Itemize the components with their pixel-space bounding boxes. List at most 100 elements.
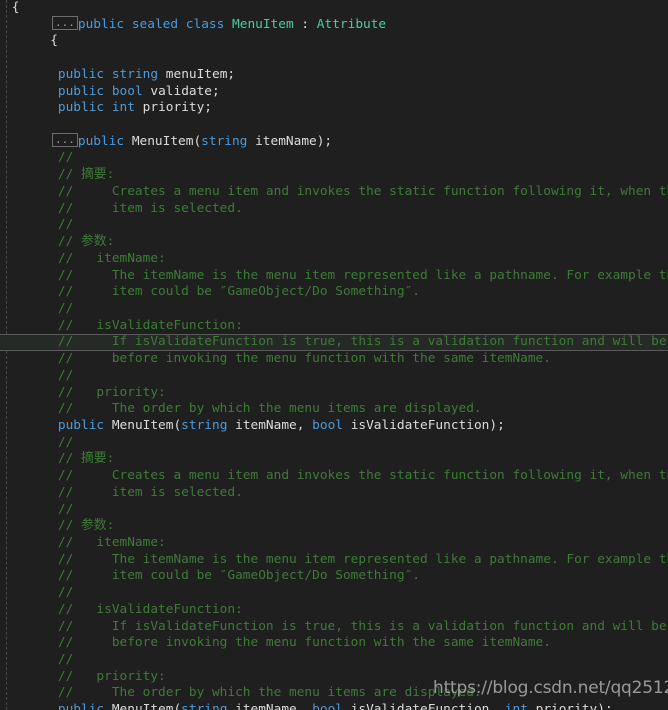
code-line[interactable]: // If isValidateFunction is true, this i… xyxy=(0,619,668,636)
code-token-cm: // xyxy=(57,300,74,316)
code-lines-container[interactable]: {... public sealed class MenuItem : Attri… xyxy=(0,0,668,710)
code-token-pn: : xyxy=(293,16,317,32)
code-line[interactable]: // priority: xyxy=(0,669,668,686)
code-line[interactable]: // xyxy=(0,652,668,669)
code-token-type: Attribute xyxy=(316,16,387,32)
code-line[interactable]: public MenuItem(string itemName, bool is… xyxy=(0,418,668,435)
code-token-cm: // xyxy=(57,150,74,166)
code-token-cm: // The order by which the menu items are… xyxy=(57,685,482,701)
code-token-kw: string xyxy=(201,133,248,149)
code-line[interactable]: public string menuItem; xyxy=(0,67,668,84)
code-token-cm: // item could be ″GameObject/Do Somethin… xyxy=(57,568,420,584)
code-line[interactable]: // 参数: xyxy=(0,518,668,535)
code-token-kw: string xyxy=(111,66,159,82)
code-line[interactable]: ... public MenuItem(string itemName); xyxy=(0,133,668,151)
code-token-kw: public xyxy=(57,66,105,82)
code-line[interactable]: // xyxy=(0,585,668,602)
collapsed-region-ellipsis-icon[interactable]: ... xyxy=(52,133,78,148)
code-token-kw: string xyxy=(181,417,228,433)
code-line[interactable]: // The order by which the menu items are… xyxy=(0,401,668,418)
code-line[interactable]: ... public sealed class MenuItem : Attrib… xyxy=(0,16,668,34)
code-token-cm: // xyxy=(57,434,74,450)
code-line[interactable]: // Creates a menu item and invokes the s… xyxy=(0,468,668,485)
code-line[interactable]: // Creates a menu item and invokes the s… xyxy=(0,184,668,201)
code-editor-surface[interactable]: {... public sealed class MenuItem : Attri… xyxy=(0,0,668,710)
code-token-pn xyxy=(104,67,112,84)
code-line[interactable]: // xyxy=(0,217,668,234)
code-token-cm: // before invoking the menu function wit… xyxy=(57,351,551,367)
code-line[interactable]: // item is selected. xyxy=(0,485,668,502)
code-token-cm: // 参数: xyxy=(57,518,115,534)
code-line[interactable]: public int priority; xyxy=(0,100,668,117)
code-line[interactable] xyxy=(0,117,668,134)
code-token-cm: // xyxy=(57,501,74,517)
code-token-pn: { xyxy=(11,0,20,15)
code-line[interactable]: // before invoking the menu function wit… xyxy=(0,351,668,368)
code-token-pn xyxy=(224,17,232,34)
code-line[interactable]: // isValidateFunction: xyxy=(0,318,668,335)
code-token-id: menuItem; xyxy=(158,66,236,82)
code-token-cm: // 摘要: xyxy=(57,451,115,467)
code-token-id: validate; xyxy=(142,83,220,99)
code-line[interactable]: // xyxy=(0,301,668,318)
collapsed-region-ellipsis-icon[interactable]: ... xyxy=(52,16,78,31)
code-line[interactable]: // item could be ″GameObject/Do Somethin… xyxy=(0,568,668,585)
code-token-id: MenuItem( xyxy=(104,702,182,710)
code-token-kw: bool xyxy=(312,702,343,710)
code-line[interactable]: { xyxy=(0,0,668,17)
code-token-kw: sealed xyxy=(131,16,179,32)
code-line[interactable]: // item could be ″GameObject/Do Somethin… xyxy=(0,284,668,301)
code-line-current[interactable]: // If isValidateFunction is true, this i… xyxy=(0,334,668,352)
code-token-cm: // If isValidateFunction is true, this i… xyxy=(57,618,668,634)
code-line[interactable]: public MenuItem(string itemName, bool is… xyxy=(0,702,668,710)
code-line[interactable]: // priority: xyxy=(0,385,668,402)
code-line[interactable]: public bool validate; xyxy=(0,84,668,101)
code-token-cm: // itemName: xyxy=(57,250,166,266)
code-token-cm: // Creates a menu item and invokes the s… xyxy=(57,183,668,199)
code-token-id: itemName, xyxy=(227,702,313,710)
code-token-cm: // xyxy=(57,652,74,668)
code-line[interactable]: // 参数: xyxy=(0,234,668,251)
code-line[interactable] xyxy=(0,50,668,67)
code-token-pn: { xyxy=(50,33,58,49)
code-token-kw: int xyxy=(504,702,528,710)
code-token-pn xyxy=(124,17,132,34)
code-line[interactable]: // xyxy=(0,150,668,167)
code-token-kw: string xyxy=(181,702,228,710)
code-token-cm: // 参数: xyxy=(57,234,115,250)
code-line[interactable]: // item is selected. xyxy=(0,201,668,218)
code-token-cm: // item could be ″GameObject/Do Somethin… xyxy=(57,284,420,300)
code-token-cm: // before invoking the menu function wit… xyxy=(57,635,551,651)
code-line[interactable]: // The itemName is the menu item represe… xyxy=(0,552,668,569)
code-token-cm: // Creates a menu item and invokes the s… xyxy=(57,468,668,484)
code-token-cm: // 摘要: xyxy=(57,167,115,183)
code-token-cm: // itemName: xyxy=(57,535,166,550)
code-line[interactable]: // The itemName is the menu item represe… xyxy=(0,268,668,285)
code-token-cm: // xyxy=(57,217,74,233)
code-token-cm: // The itemName is the menu item represe… xyxy=(57,551,668,567)
code-token-cm: // The itemName is the menu item represe… xyxy=(57,267,668,283)
code-line[interactable]: // itemName: xyxy=(0,535,668,552)
code-line[interactable]: // xyxy=(0,435,668,452)
code-token-id: priority; xyxy=(134,100,213,116)
code-line[interactable]: // before invoking the menu function wit… xyxy=(0,635,668,652)
code-line[interactable]: // The order by which the menu items are… xyxy=(0,685,668,702)
code-line[interactable]: // xyxy=(0,368,668,385)
code-token-id: MenuItem( xyxy=(104,417,182,433)
code-token-kw: public xyxy=(77,133,125,149)
code-token-kw: public xyxy=(57,417,105,433)
code-token-cm: // isValidateFunction: xyxy=(57,317,243,333)
code-token-pn xyxy=(104,84,112,101)
code-token-cm: // The order by which the menu items are… xyxy=(57,401,482,417)
code-line[interactable]: // 摘要: xyxy=(0,451,668,468)
code-line[interactable]: { xyxy=(0,33,668,50)
code-line[interactable]: // xyxy=(0,502,668,519)
code-line[interactable]: // 摘要: xyxy=(0,167,668,184)
code-token-id: isValidateFunction, xyxy=(342,702,505,710)
code-token-kw: public xyxy=(57,83,105,99)
code-line[interactable]: // isValidateFunction: xyxy=(0,602,668,619)
code-token-id: MenuItem( xyxy=(124,133,202,149)
code-token-kw: bool xyxy=(312,417,343,433)
code-line[interactable]: // itemName: xyxy=(0,251,668,268)
code-token-kw: bool xyxy=(111,83,143,99)
